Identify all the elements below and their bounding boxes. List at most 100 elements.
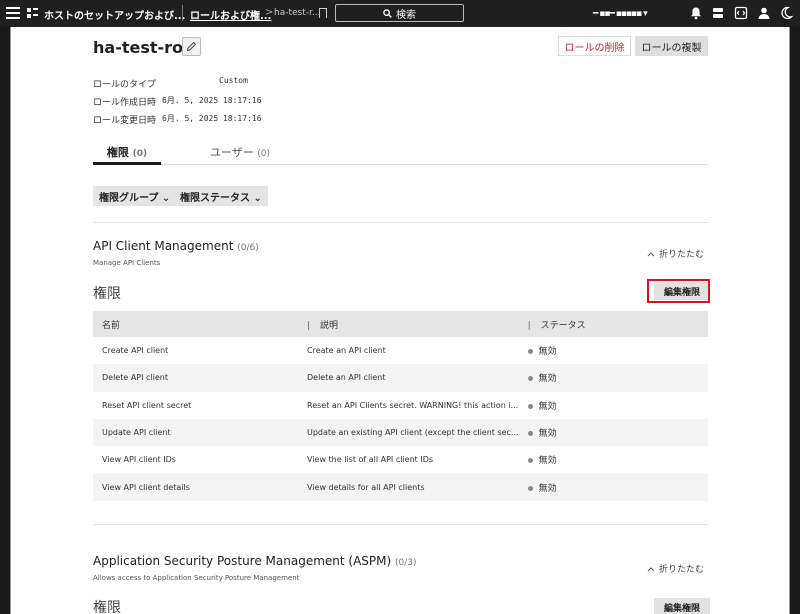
edit-permissions-button[interactable]: 編集権限 <box>654 598 710 614</box>
divider <box>93 222 708 223</box>
status-text: 無効 <box>538 483 557 494</box>
column-header-status[interactable]: | ステータス <box>518 311 708 337</box>
table-row[interactable]: Create API client Create an API client 無… <box>93 337 708 364</box>
role-modified-value: 6月. 5, 2025 18:17:16 <box>162 114 262 123</box>
user-icon[interactable] <box>757 6 771 20</box>
table-row[interactable]: View API client IDs View the list of all… <box>93 446 708 473</box>
permission-group-filter[interactable]: 権限グループ ⌄ <box>93 186 177 206</box>
column-header-description[interactable]: | 説明 <box>298 311 519 337</box>
tab-permissions-count: (0) <box>132 149 148 159</box>
section-title-text: API Client Management <box>93 239 234 253</box>
app-grid-icon[interactable] <box>27 8 38 19</box>
section-count: (0/6) <box>237 243 259 253</box>
permission-status: 無効 <box>519 446 708 473</box>
permission-name: Delete API client <box>93 364 298 392</box>
permissions-heading: 権限 <box>93 286 121 302</box>
permission-description: Reset an API Clients secret. WARNING! th… <box>307 400 519 410</box>
column-header-name[interactable]: 名前 <box>93 311 298 337</box>
permission-status: 無効 <box>518 364 708 392</box>
collapse-toggle[interactable]: 折りたたむ <box>647 247 704 260</box>
section-title-text: Application Security Posture Management … <box>93 554 392 568</box>
status-dot-icon <box>527 431 533 437</box>
table-header-row: 名前 | 説明 | ステータス <box>93 311 708 337</box>
chevron-up-icon <box>647 567 655 572</box>
section-count: (0/3) <box>395 558 417 568</box>
permission-status-filter[interactable]: 権限ステータス ⌄ <box>174 186 268 206</box>
section-description: Allows access to Application Security Po… <box>93 574 300 582</box>
status-dot-icon <box>527 458 533 464</box>
breadcrumb-separator: > <box>265 7 274 18</box>
status-text: 無効 <box>538 456 557 467</box>
permission-description: Create an API client <box>307 346 386 356</box>
permission-name: View API client details <box>93 473 298 501</box>
tab-users-count: (0) <box>257 149 271 159</box>
search-button[interactable]: 検索 <box>335 4 464 22</box>
duplicate-role-button[interactable]: ロールの複製 <box>635 36 708 56</box>
permission-description: Update an existing API client (except th… <box>298 418 519 447</box>
dark-mode-moon-icon[interactable] <box>779 6 793 20</box>
main-page: ha-test-roll ロールの削除 ロールの複製 ロールのタイプ Custo… <box>10 27 790 614</box>
table-row[interactable]: Reset API client secret Reset an API Cli… <box>93 392 708 419</box>
table-row[interactable]: Delete API client Delete an API client 無… <box>93 364 708 392</box>
permissions-table: 名前 | 説明 | ステータス Create API client Create a… <box>93 311 708 501</box>
edit-role-name-button[interactable] <box>182 37 201 56</box>
section-title: Application Security Posture Management … <box>93 554 417 568</box>
search-icon <box>383 8 392 18</box>
permission-description: Delete an API client <box>298 364 519 392</box>
app-title[interactable]: ホストのセットアップおよび... <box>44 7 185 22</box>
delete-role-button[interactable]: ロールの削除 <box>558 36 631 56</box>
permission-name: Reset API client secret <box>102 400 192 410</box>
column-header-description-label: 説明 <box>320 320 339 331</box>
permission-description: View details for all API clients <box>298 473 519 501</box>
hamburger-menu-icon[interactable] <box>6 7 20 19</box>
status-dot-icon <box>527 485 533 491</box>
nav-divider <box>182 5 183 21</box>
role-type-value: Custom <box>219 76 248 85</box>
window-frame: ホストのセットアップおよび... ロールおよび権... > ha-test-r.… <box>0 0 800 614</box>
account-switcher[interactable]: ━ ▪▪━ ▪▪▪▪▪ ▾ <box>593 9 648 19</box>
table-row[interactable]: View API client details View details for… <box>93 473 708 501</box>
chevron-up-icon <box>647 252 655 257</box>
section-title: API Client Management (0/6) <box>93 239 259 253</box>
table-row[interactable]: Update API client Update an existing API… <box>93 418 708 447</box>
top-nav-bar: ホストのセットアップおよび... ロールおよび権... > ha-test-r.… <box>0 0 800 27</box>
status-text: 無効 <box>538 347 557 358</box>
collapse-label: 折りたたむ <box>659 250 705 260</box>
column-divider: | <box>307 320 311 331</box>
tab-permissions[interactable]: 権限 (0) <box>93 139 161 165</box>
permission-name: View API client IDs <box>102 455 176 465</box>
switch-icon[interactable] <box>711 6 725 20</box>
permission-status: 無効 <box>519 337 708 364</box>
bell-icon[interactable] <box>689 6 703 20</box>
permission-description: View the list of all API client IDs <box>307 455 434 465</box>
breadcrumb-current: ha-test-r... <box>274 8 321 18</box>
role-name-title: ha-test-roll <box>93 38 194 57</box>
pencil-icon <box>186 41 197 52</box>
permission-status: 無効 <box>518 473 708 501</box>
divider <box>93 524 708 525</box>
tab-users-label: ユーザー <box>209 146 254 159</box>
tab-permissions-label: 権限 <box>106 146 129 159</box>
status-dot-icon <box>527 403 533 409</box>
tab-bar: 権限 (0) ユーザー (0) <box>93 139 708 165</box>
section-description: Manage API Clients <box>93 259 161 267</box>
code-icon[interactable] <box>734 6 748 20</box>
permission-name: Update API client <box>93 418 298 447</box>
collapse-toggle[interactable]: 折りたたむ <box>647 562 704 575</box>
collapse-label: 折りたたむ <box>659 565 705 575</box>
status-text: 無効 <box>538 374 557 385</box>
permission-name: Create API client <box>102 346 169 356</box>
search-label: 検索 <box>396 9 416 21</box>
column-divider: | <box>527 320 531 331</box>
breadcrumb-roles[interactable]: ロールおよび権... <box>190 7 271 22</box>
permission-status: 無効 <box>518 418 708 447</box>
permissions-heading: 権限 <box>93 600 121 614</box>
role-created-label: ロール作成日時 <box>93 98 157 108</box>
bookmark-icon[interactable] <box>319 8 327 18</box>
status-dot-icon <box>527 349 533 355</box>
role-created-value: 6月. 5, 2025 18:17:16 <box>162 96 262 105</box>
role-type-label: ロールのタイプ <box>93 80 157 90</box>
permission-status: 無効 <box>519 392 708 419</box>
tab-users[interactable]: ユーザー (0) <box>195 139 285 165</box>
status-text: 無効 <box>538 401 557 412</box>
